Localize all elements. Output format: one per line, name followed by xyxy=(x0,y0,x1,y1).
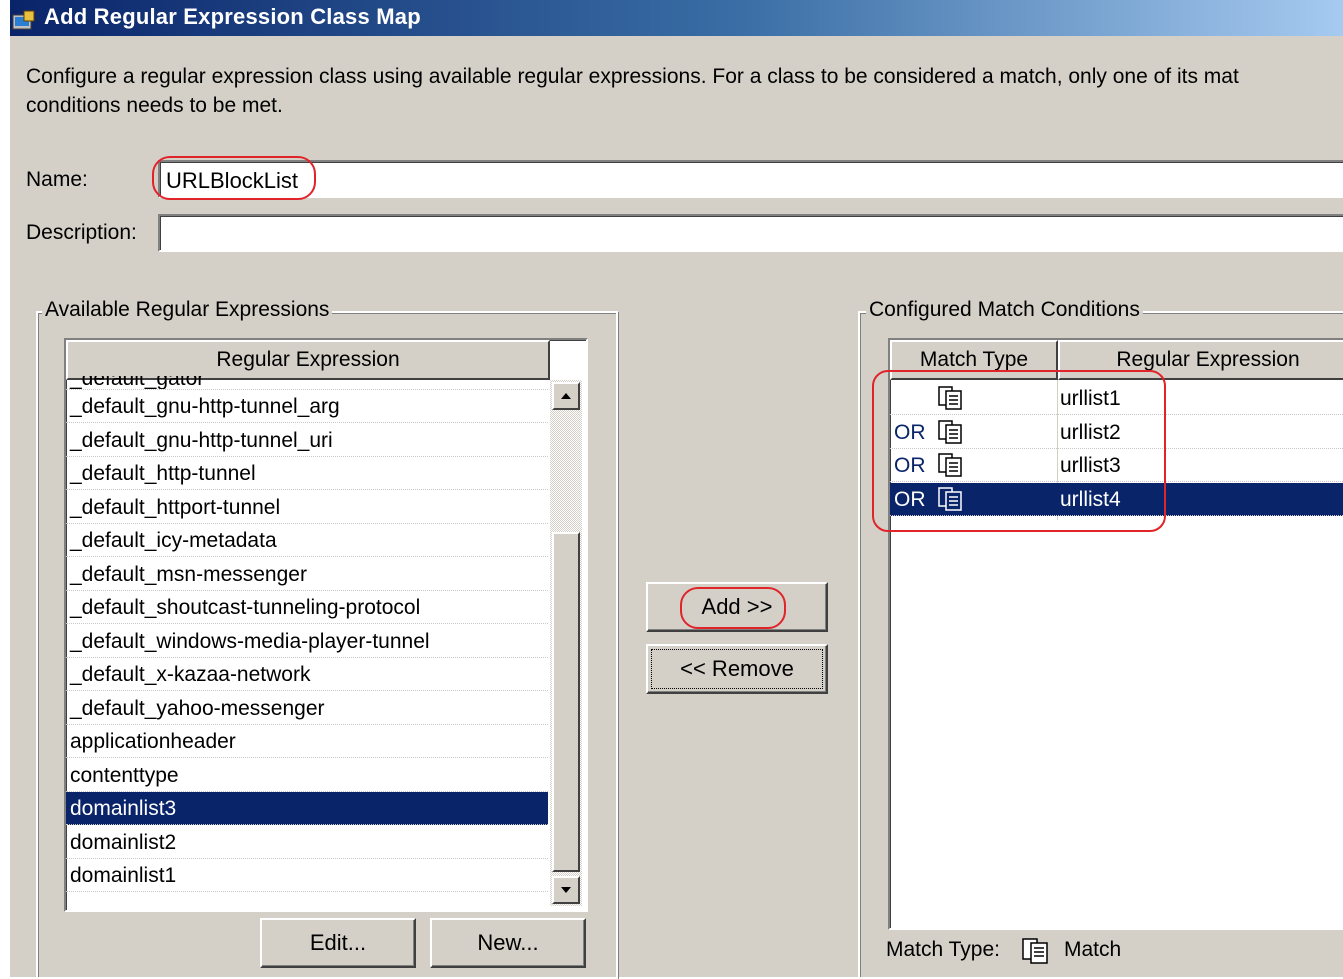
scroll-down-button[interactable] xyxy=(552,876,580,904)
match-icon xyxy=(938,453,962,477)
scroll-up-button[interactable] xyxy=(552,382,580,410)
instructions-text: Configure a regular expression class usi… xyxy=(26,65,1239,117)
available-table: Regular Expression _default_gator _defau… xyxy=(64,338,588,912)
expression-label: urllist1 xyxy=(1060,387,1121,410)
scroll-thumb[interactable] xyxy=(552,532,580,872)
app-icon xyxy=(12,10,35,30)
available-column-header[interactable]: Regular Expression xyxy=(66,340,550,380)
list-item-label: _default_gnu-http-tunnel_arg xyxy=(70,395,340,418)
window-title: Add Regular Expression Class Map xyxy=(44,4,421,29)
match-icon xyxy=(1022,938,1048,964)
configured-group-title: Configured Match Conditions xyxy=(866,298,1143,322)
title-bar[interactable]: Add Regular Expression Class Map xyxy=(10,0,1343,36)
list-item-label: _default_x-kazaa-network xyxy=(70,663,311,686)
configured-table: Match Type Regular Expression urllist1 OR… xyxy=(888,338,1343,930)
match-condition-row[interactable]: OR urllist4 xyxy=(890,482,1343,516)
match-condition-row[interactable]: OR urllist2 xyxy=(890,416,1343,449)
match-condition-row[interactable]: OR urllist3 xyxy=(890,449,1343,482)
match-icon xyxy=(938,486,962,511)
list-item[interactable]: _default_shoutcast-tunneling-protocol xyxy=(66,591,548,624)
list-item-label: _default_http-tunnel xyxy=(70,462,256,485)
available-scrollbar[interactable] xyxy=(550,380,582,906)
list-item[interactable]: applicationheader xyxy=(66,725,548,758)
or-operator: OR xyxy=(894,454,926,477)
match-icon xyxy=(938,419,962,444)
description-field[interactable] xyxy=(158,214,1343,252)
or-operator: OR xyxy=(894,420,926,444)
list-item-label: _default_gator xyxy=(70,376,205,390)
list-item-label: _default_windows-media-player-tunnel xyxy=(70,629,430,653)
list-item[interactable]: _default_icy-metadata xyxy=(66,524,548,557)
arrow-down-icon xyxy=(561,887,571,893)
list-item[interactable]: domainlist1 xyxy=(66,859,548,892)
remove-button[interactable]: << Remove xyxy=(646,644,828,694)
list-item-label: domainlist3 xyxy=(70,797,177,820)
list-item-label: _default_httport-tunnel xyxy=(70,495,281,519)
dialog-window: Add Regular Expression Class Map Configu… xyxy=(10,0,1343,979)
arrow-up-icon xyxy=(561,393,571,399)
list-item-label: _default_shoutcast-tunneling-protocol xyxy=(70,596,421,619)
name-label: Name: xyxy=(26,168,88,191)
list-item[interactable]: _default_httport-tunnel xyxy=(66,491,548,524)
list-item-label: applicationheader xyxy=(70,730,236,753)
match-type-value: Match xyxy=(1064,938,1122,961)
list-item-label: _default_icy-metadata xyxy=(70,529,277,552)
list-item[interactable]: _default_http-tunnel xyxy=(66,457,548,490)
list-item[interactable]: _default_msn-messenger xyxy=(66,558,548,591)
match-condition-row[interactable]: urllist1 xyxy=(890,382,1343,415)
match-icon xyxy=(938,386,962,410)
list-item-label: domainlist1 xyxy=(70,864,177,887)
list-item[interactable]: domainlist3 xyxy=(66,792,548,825)
edit-button[interactable]: Edit... xyxy=(260,918,416,968)
list-item[interactable]: _default_gnu-http-tunnel_arg xyxy=(66,390,548,423)
add-button[interactable]: Add >> xyxy=(646,582,828,632)
list-item[interactable]: _default_windows-media-player-tunnel xyxy=(66,625,548,658)
description-label: Description: xyxy=(26,221,137,244)
list-item-label: domainlist2 xyxy=(70,830,177,854)
expression-label: urllist4 xyxy=(1060,487,1121,511)
list-item-partial[interactable]: _default_gator xyxy=(66,376,548,390)
list-item-label: contenttype xyxy=(70,763,179,787)
regular-expression-header[interactable]: Regular Expression xyxy=(1058,340,1343,380)
list-item-label: _default_yahoo-messenger xyxy=(70,696,325,720)
list-item[interactable]: contenttype xyxy=(66,759,548,792)
available-group-title: Available Regular Expressions xyxy=(42,298,333,322)
list-item[interactable]: domainlist2 xyxy=(66,826,548,859)
name-field[interactable]: URLBlockList xyxy=(158,160,1343,198)
expression-label: urllist3 xyxy=(1060,454,1121,477)
list-item[interactable]: _default_yahoo-messenger xyxy=(66,692,548,725)
match-type-label: Match Type: xyxy=(886,938,1001,961)
new-button[interactable]: New... xyxy=(430,918,586,968)
or-operator: OR xyxy=(894,487,926,511)
list-item-label: _default_gnu-http-tunnel_uri xyxy=(70,428,333,452)
match-type-header[interactable]: Match Type xyxy=(890,340,1058,380)
list-item[interactable]: _default_gnu-http-tunnel_uri xyxy=(66,424,548,457)
expression-label: urllist2 xyxy=(1060,420,1121,444)
list-item[interactable]: _default_x-kazaa-network xyxy=(66,658,548,691)
list-item-label: _default_msn-messenger xyxy=(70,562,307,586)
